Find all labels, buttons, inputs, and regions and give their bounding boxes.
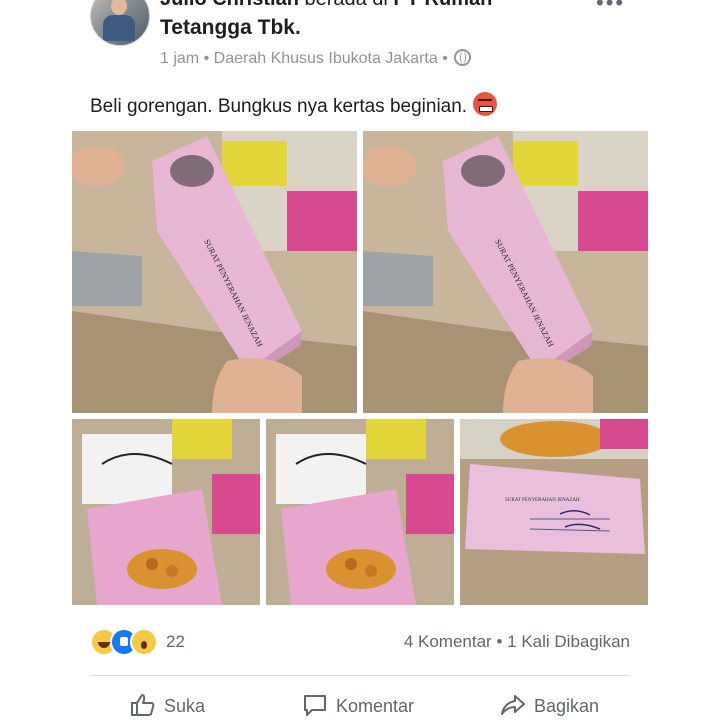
post-text: Beli gorengan. Bungkus nya kertas begini… <box>90 92 498 118</box>
avatar[interactable] <box>90 0 150 46</box>
share-label: Bagikan <box>534 696 600 716</box>
photo-5-image: SURAT PENYERAHAN JENAZAH <box>460 419 648 605</box>
author-name[interactable]: Julio Christian <box>160 0 299 10</box>
share-count[interactable]: 1 Kali Dibagikan <box>507 632 630 651</box>
comment-label: Komentar <box>336 696 415 716</box>
meta-separator: • <box>203 50 210 67</box>
divider <box>90 675 630 676</box>
thumbs-up-icon <box>131 694 155 716</box>
author-line: Julio Christian berada di PT Rumah <box>160 0 492 11</box>
avatar-face <box>111 0 127 15</box>
document-title-5: SURAT PENYERAHAN JENAZAH <box>505 498 580 503</box>
photo-1[interactable]: SURAT PENYERAHAN JENAZAH <box>72 131 357 413</box>
place-name[interactable]: PT Rumah <box>393 0 492 10</box>
post-time[interactable]: 1 jam <box>160 50 199 67</box>
photo-2[interactable]: SURAT PENYERAHAN JENAZAH <box>363 131 648 413</box>
post-meta: 1 jam • Daerah Khusus Ibukota Jakarta • <box>160 49 472 68</box>
share-arrow-icon <box>501 695 525 715</box>
avatar-shirt <box>103 15 135 41</box>
meta-separator: • <box>442 50 448 67</box>
like-button[interactable]: Suka <box>130 693 205 721</box>
photo-4-image <box>266 419 454 605</box>
count-separator: • <box>496 632 503 651</box>
comment-button[interactable]: Komentar <box>302 693 414 721</box>
photo-3-image <box>72 419 260 605</box>
photo-2-image: SURAT PENYERAHAN JENAZAH <box>363 131 648 413</box>
at-text: berada di <box>299 0 394 10</box>
post-message: Beli gorengan. Bungkus nya kertas begini… <box>90 96 468 117</box>
photo-4[interactable] <box>266 419 454 605</box>
angry-emoji-icon <box>473 92 498 116</box>
comment-bubble-icon <box>304 695 326 716</box>
post-header: Julio Christian berada di PT Rumah Tetan… <box>0 0 720 80</box>
post-location[interactable]: Daerah Khusus Ibukota Jakarta <box>214 50 438 67</box>
globe-icon[interactable] <box>454 49 472 66</box>
share-button[interactable]: Bagikan <box>500 693 599 721</box>
place-name-cont[interactable]: Tetangga Tbk. <box>160 16 301 40</box>
engagement-counts: 4 Komentar • 1 Kali Dibagikan <box>404 632 630 652</box>
wow-reaction-icon <box>130 628 158 656</box>
photo-1-image: SURAT PENYERAHAN JENAZAH <box>72 131 357 413</box>
comment-count[interactable]: 4 Komentar <box>404 632 492 651</box>
more-dots-icon[interactable]: ••• <box>596 0 625 16</box>
like-label: Suka <box>164 696 206 716</box>
photo-5[interactable]: SURAT PENYERAHAN JENAZAH <box>460 419 648 605</box>
reaction-count[interactable]: 22 <box>166 632 185 652</box>
photo-3[interactable] <box>72 419 260 605</box>
